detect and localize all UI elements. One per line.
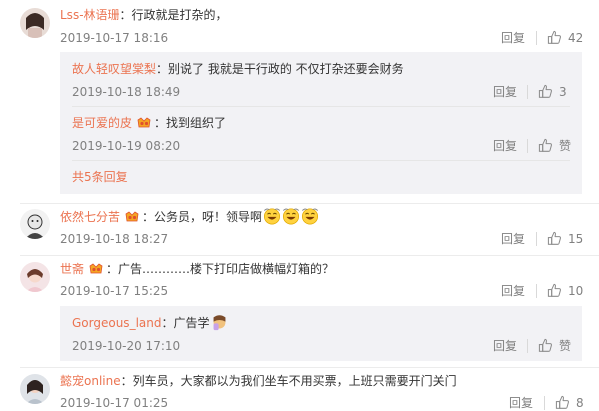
vip-badge-icon bbox=[124, 210, 140, 224]
reply-button[interactable]: 回复 bbox=[493, 338, 517, 354]
reply-timestamp: 2019-10-19 08:20 bbox=[72, 139, 181, 153]
username[interactable]: Lss-林语珊 bbox=[60, 8, 120, 22]
comment-item: Lss-林语珊：行政就是打杂的， 2019-10-17 18:16 回复 42 … bbox=[0, 0, 599, 200]
like-count: 42 bbox=[568, 31, 584, 45]
separator bbox=[536, 284, 537, 298]
timestamp: 2019-10-18 18:27 bbox=[60, 232, 169, 246]
like-button[interactable]: 10 bbox=[547, 283, 583, 299]
separator bbox=[527, 339, 528, 353]
reply-username[interactable]: Gorgeous_land bbox=[72, 316, 161, 330]
comment-text: ：列车员，大家都以为我们坐车不用买票，上班只需要开门关门 bbox=[120, 374, 457, 388]
comment-text: ：行政就是打杂的， bbox=[119, 8, 228, 22]
timestamp: 2019-10-17 18:16 bbox=[60, 31, 169, 45]
reply-button[interactable]: 回复 bbox=[493, 138, 517, 154]
vip-badge-icon bbox=[88, 262, 104, 276]
reply-list: Gorgeous_land：广告学 2019-10-20 17:10 回复 赞 bbox=[60, 306, 582, 361]
like-count: 15 bbox=[568, 232, 584, 246]
thumbs-up-icon bbox=[547, 30, 562, 45]
like-count: 10 bbox=[568, 284, 584, 298]
reply-list: 故人轻叹望棠梨：别说了 我就是干行政的 不仅打杂还要会财务 2019-10-18… bbox=[60, 52, 582, 194]
like-button[interactable]: 3 bbox=[538, 84, 567, 100]
like-label: 赞 bbox=[559, 339, 572, 353]
reply-text: ：找到组织了 bbox=[154, 116, 227, 130]
separator bbox=[527, 85, 528, 99]
username[interactable]: 依然七分苦 bbox=[60, 210, 120, 224]
reply-text: ：别说了 我就是干行政的 不仅打杂还要会财务 bbox=[156, 62, 404, 76]
reply-username[interactable]: 故人轻叹望棠梨 bbox=[72, 62, 156, 76]
reply-button[interactable]: 回复 bbox=[493, 84, 517, 100]
timestamp: 2019-10-17 15:25 bbox=[60, 284, 169, 298]
like-count: 3 bbox=[559, 85, 567, 99]
divider bbox=[72, 160, 570, 161]
reply-button[interactable]: 回复 bbox=[501, 283, 525, 299]
reply-timestamp: 2019-10-20 17:10 bbox=[72, 339, 181, 353]
timestamp: 2019-10-17 01:25 bbox=[60, 396, 169, 410]
comment-text: ：广告…………楼下打印店做横幅灯箱的？ bbox=[106, 262, 335, 276]
thumbs-up-icon bbox=[555, 395, 570, 410]
avatar[interactable] bbox=[20, 262, 50, 292]
like-label: 赞 bbox=[559, 139, 572, 153]
reply-timestamp: 2019-10-18 18:49 bbox=[72, 85, 181, 99]
separator bbox=[536, 232, 537, 246]
reply-button[interactable]: 回复 bbox=[501, 30, 525, 46]
separator bbox=[544, 396, 545, 410]
laughing-emoji-icon bbox=[263, 207, 281, 225]
thumbs-up-icon bbox=[538, 138, 553, 153]
avatar[interactable] bbox=[20, 8, 50, 38]
divider bbox=[72, 106, 570, 107]
avatar[interactable] bbox=[20, 209, 50, 239]
comment-item: 世斋 ：广告…………楼下打印店做横幅灯箱的？ 2019-10-17 15:25 回… bbox=[0, 256, 599, 364]
reply-text: ：广告学 bbox=[161, 316, 210, 330]
like-count: 8 bbox=[576, 396, 584, 410]
like-button[interactable]: 15 bbox=[547, 231, 583, 247]
thumbs-up-icon bbox=[538, 338, 553, 353]
comment-text: ：公务员，呀！领导啊 bbox=[142, 210, 263, 224]
username[interactable]: 懿宠online bbox=[60, 374, 121, 388]
more-replies-link[interactable]: 共5条回复 bbox=[72, 169, 128, 185]
facepalm-emoji-icon bbox=[211, 314, 228, 331]
thumbs-up-icon bbox=[538, 84, 553, 99]
avatar[interactable] bbox=[20, 374, 50, 404]
separator bbox=[527, 139, 528, 153]
thumbs-up-icon bbox=[547, 231, 562, 246]
vip-badge-icon bbox=[136, 116, 152, 130]
like-button[interactable]: 赞 bbox=[538, 138, 571, 154]
thumbs-up-icon bbox=[547, 283, 562, 298]
comment-item: 懿宠online：列车员，大家都以为我们坐车不用买票，上班只需要开门关门 201… bbox=[0, 368, 599, 411]
reply-button[interactable]: 回复 bbox=[501, 231, 525, 247]
like-button[interactable]: 赞 bbox=[538, 338, 571, 354]
reply-button[interactable]: 回复 bbox=[509, 395, 533, 411]
comment-item: 依然七分苦 ：公务员，呀！领导啊 2019-10-18 18:27 回复 15 bbox=[0, 204, 599, 256]
like-button[interactable]: 8 bbox=[555, 395, 584, 411]
separator bbox=[536, 31, 537, 45]
like-button[interactable]: 42 bbox=[547, 30, 583, 46]
laughing-emoji-icon bbox=[301, 207, 319, 225]
laughing-emoji-icon bbox=[282, 207, 300, 225]
username[interactable]: 世斋 bbox=[60, 262, 84, 276]
reply-username[interactable]: 是可爱的皮 bbox=[72, 116, 132, 130]
